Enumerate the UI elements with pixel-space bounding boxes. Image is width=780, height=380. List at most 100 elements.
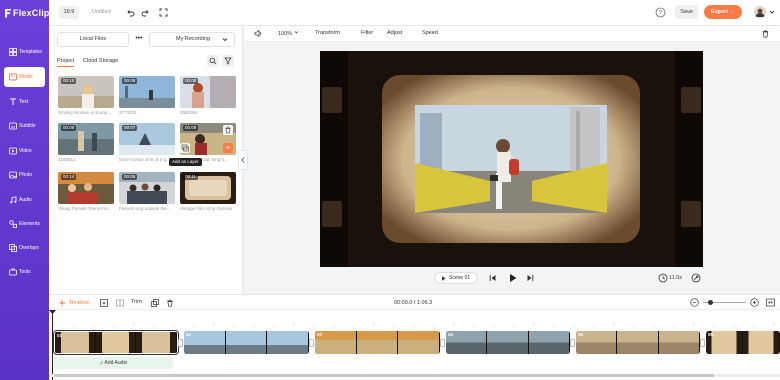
chevron-down-icon[interactable] [769,9,775,17]
timeline-track-area[interactable]: 01 02 03 04 05 06 ♫ Add Audio [49,310,780,380]
timeline-clip[interactable]: 02 [184,331,309,354]
timeline-clip[interactable]: 05 [576,331,700,354]
trim-button[interactable]: Trim [131,299,142,305]
add-as-layer-icon[interactable] [180,143,190,153]
zoom-slider-handle[interactable] [708,300,713,305]
scene-duration[interactable]: 11.0s [669,275,682,281]
help-icon[interactable]: ? [655,7,666,18]
media-thumb[interactable]: 00:07 [119,123,175,155]
timeline-scrollbar[interactable] [49,374,780,377]
time-ruler[interactable] [49,310,780,328]
add-audio-button[interactable]: ♫ Add Audio [54,357,173,369]
scrollbar-thumb[interactable] [54,374,714,377]
clip-frame [267,331,309,354]
media-thumb[interactable]: 00:09 [119,76,175,108]
sidebar-item-label: Audio [19,197,32,203]
fit-screen-icon[interactable] [691,273,701,285]
aspect-ratio-button[interactable]: 16:9 [59,6,79,19]
export-button[interactable]: Export → [704,5,742,19]
duplicate-icon[interactable] [151,299,159,309]
media-thumb[interactable]: 00:09 [58,123,114,155]
skip-back-icon[interactable] [489,274,497,284]
search-icon[interactable] [207,55,219,67]
save-button[interactable]: Save [675,5,698,19]
project-name-field[interactable]: Untitled [92,9,111,15]
timecode-readout: 00:00.0 / 1:06.3 [394,300,433,306]
sidebar-item-text[interactable]: Text [4,92,45,112]
media-caption: Friends sing outside the... [119,206,171,211]
collapse-panel-button[interactable] [238,150,248,170]
media-thumb[interactable]: 00:15 [58,76,114,108]
add-clip-icon[interactable] [100,299,108,309]
sidebar-item-overlays[interactable]: Overlays [4,238,45,258]
zoom-dropdown[interactable]: 100% [278,30,299,37]
sidebar-item-media[interactable]: Media [4,67,45,87]
media-thumb[interactable]: 00:14 [58,172,114,204]
scene-selector[interactable]: Scene 01 [434,272,478,284]
chevron-down-icon [294,31,299,37]
video-preview-canvas[interactable] [320,51,703,267]
sidebar-item-templates[interactable]: Templates [4,42,45,62]
my-recording-dropdown[interactable]: My Recording [149,32,235,47]
filter-button[interactable]: Filter [361,30,373,36]
timeline-clip[interactable]: 04 [446,331,570,354]
clip-number: 02 [186,332,192,337]
media-thumb[interactable]: 00:08 [180,76,236,108]
sidebar-item-photo[interactable]: Photo [4,165,45,185]
split-icon[interactable] [116,299,124,309]
more-options-button[interactable]: ••• [131,32,147,47]
logo[interactable]: FlexClip [5,8,50,18]
sidebar-item-label: Subtitle [19,123,36,129]
tab-cloud-storage[interactable]: Cloud Storage [83,58,118,64]
playhead[interactable] [52,310,53,380]
tab-project[interactable]: Project [57,58,75,67]
sidebar-item-label: Text [19,99,29,105]
audio-icon [8,195,17,204]
transition-handle[interactable] [570,339,575,347]
media-thumb[interactable]: 00:05 [119,172,175,204]
timeline-clip[interactable]: 06 [706,331,780,354]
clip-frame [617,331,659,354]
clip-number: 03 [317,332,323,337]
speed-button[interactable]: Speed [422,30,438,36]
sidebar-item-video[interactable]: Video [4,141,45,161]
delete-media-icon[interactable] [223,125,233,135]
filter-icon[interactable] [222,55,234,67]
media-caption: 3189812 [58,157,76,162]
sidebar-item-tools[interactable]: Tools [4,262,45,282]
media-thumb[interactable]: 00:11 [180,172,236,204]
duration-badge: 00:05 [122,174,138,180]
redo-icon[interactable] [140,7,150,17]
fullscreen-icon[interactable] [158,7,168,17]
adjust-button[interactable]: Adjust [387,30,402,36]
transition-handle[interactable] [178,339,183,347]
avatar[interactable] [754,6,766,18]
transform-button[interactable]: Transform [315,30,340,36]
zoom-out-icon[interactable] [690,298,699,309]
volume-icon[interactable] [254,29,263,40]
skip-forward-icon[interactable] [526,274,534,284]
transition-handle[interactable] [440,339,445,347]
clip-frame [743,331,780,354]
local-files-button[interactable]: Local Files [57,32,129,47]
chevron-down-icon [222,33,228,52]
undo-icon[interactable] [125,7,135,17]
add-to-timeline-icon[interactable]: + [223,143,233,153]
delete-icon[interactable] [761,29,770,40]
sidebar-item-elements[interactable]: Elements [4,214,45,234]
sidebar-item-subtitle[interactable]: Subtitle [4,116,45,136]
fit-timeline-icon[interactable] [766,298,775,309]
clip-number: 04 [448,332,454,337]
duration-badge: 00:09 [61,125,77,131]
delete-clip-icon[interactable] [166,299,174,309]
transition-handle[interactable] [309,339,314,347]
play-circle-icon [440,275,447,286]
transition-handle[interactable] [700,339,705,347]
zoom-in-icon[interactable] [750,298,759,309]
timeline-clip[interactable]: 03 [315,331,440,354]
timeline-label[interactable]: Timeline [69,300,90,306]
timeline-clip[interactable]: 01 [53,330,179,355]
play-icon[interactable] [508,273,518,285]
sidebar-item-audio[interactable]: Audio [4,190,45,210]
add-audio-label: Add Audio [104,360,128,366]
